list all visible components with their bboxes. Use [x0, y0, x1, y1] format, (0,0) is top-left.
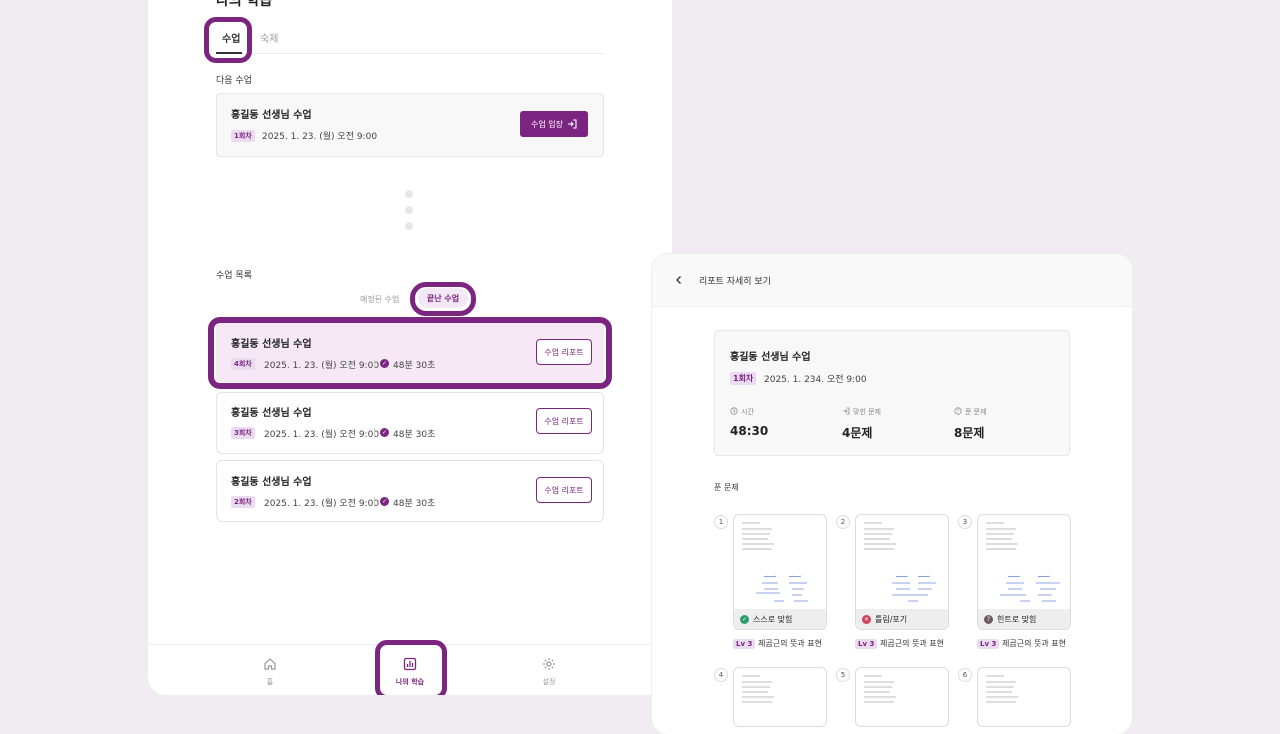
next-lesson-datetime: 2025. 1. 23. (월) 오전 9:00 — [262, 132, 378, 142]
lesson-datetime: 2025. 1. 23. (월) 오전 9:00 — [264, 430, 380, 440]
enter-lesson-button[interactable]: 수업 입장 — [520, 111, 588, 137]
round-chip: 1회차 — [730, 372, 757, 385]
problem-number: 2 — [836, 515, 850, 529]
problem-caption: 제곱근의 뜻과 표현 — [758, 639, 822, 648]
stat-solved-label: 푼 문제 — [965, 408, 987, 416]
lesson-duration: 48분 30초 — [393, 430, 436, 440]
question-icon: ? — [954, 407, 962, 415]
report-header: 리포트 자세히 보기 — [652, 254, 1132, 307]
lesson-list-label: 수업 목록 — [216, 271, 252, 281]
check-circle-icon: ✓ — [380, 428, 389, 437]
next-lesson-label: 다음 수업 — [216, 76, 252, 86]
solved-problems-label: 푼 문제 — [714, 483, 739, 492]
gear-icon — [543, 658, 555, 670]
learning-panel: 나의 학습 수업 숙제 다음 수업 홍길동 선생님 수업 1회차 2025. 1… — [148, 0, 672, 695]
problem-card-5[interactable] — [855, 667, 949, 727]
problem-card-4[interactable] — [733, 667, 827, 727]
problem-status-label: 힌트로 맞힘 — [997, 614, 1037, 624]
highlight-nav — [375, 640, 447, 695]
problem-card-6[interactable] — [977, 667, 1071, 727]
level-badge: Lv 3 — [977, 639, 1000, 649]
lesson-report-button[interactable]: 수업 리포트 — [536, 408, 592, 434]
problem-status-label: 스스로 맞힘 — [753, 614, 793, 624]
highlight-tab-lesson — [204, 17, 252, 63]
problem-number: 4 — [714, 668, 728, 682]
page-title: 나의 학습 — [216, 0, 273, 9]
enter-icon — [843, 407, 850, 415]
nav-home[interactable]: 홈 — [240, 657, 300, 687]
lesson-report-button[interactable]: 수업 리포트 — [536, 477, 592, 503]
next-lesson-title: 홍길동 선생님 수업 — [231, 110, 312, 121]
problem-thumbnail — [986, 522, 1060, 602]
problem-number: 1 — [714, 515, 728, 529]
level-badge: Lv 3 — [733, 639, 756, 649]
nav-settings[interactable]: 설정 — [519, 657, 579, 687]
problem-card-2[interactable]: ✕ 틀림/포기 — [855, 514, 949, 630]
summary-title: 홍길동 선생님 수업 — [730, 352, 811, 363]
x-circle-icon: ✕ — [862, 614, 871, 624]
round-chip: 3회차 — [231, 427, 255, 439]
check-circle-icon: ✓ — [380, 497, 389, 506]
stat-correct-label: 맞힌 문제 — [853, 408, 881, 416]
report-detail-panel: 리포트 자세히 보기 홍길동 선생님 수업 1회차 2025. 1. 234. … — [652, 254, 1132, 734]
problem-card-3[interactable]: ? 힌트로 맞힘 — [977, 514, 1071, 630]
problem-card-1[interactable]: ✓ 스스로 맞힘 — [733, 514, 827, 630]
stat-time-label: 시간 — [741, 408, 754, 416]
tab-homework[interactable]: 숙제 — [260, 30, 278, 45]
problem-caption: 제곱근의 뜻과 표현 — [880, 639, 944, 648]
lesson-title: 홍길동 선생님 수업 — [231, 408, 312, 419]
problem-thumbnail — [986, 675, 1018, 703]
tabs-divider — [216, 53, 604, 54]
highlight-subtab — [410, 282, 476, 316]
round-chip: 1회차 — [231, 130, 255, 142]
problem-thumbnail — [742, 522, 808, 602]
problem-thumbnail — [742, 675, 774, 703]
problem-thumbnail — [864, 675, 896, 703]
divider — [374, 428, 375, 438]
problem-number: 5 — [836, 668, 850, 682]
lesson-datetime: 2025. 1. 23. (월) 오전 9:00 — [264, 499, 380, 509]
problem-status: ✕ 틀림/포기 — [856, 609, 948, 629]
problem-status: ✓ 스스로 맞힘 — [734, 609, 826, 629]
nav-settings-label: 설정 — [542, 678, 556, 686]
problem-number: 6 — [958, 668, 972, 682]
report-header-title: 리포트 자세히 보기 — [699, 277, 771, 287]
enter-icon — [567, 119, 577, 129]
divider — [374, 497, 375, 507]
question-circle-icon: ? — [984, 614, 993, 624]
lesson-duration: 48분 30초 — [393, 499, 436, 509]
stat-solved-value: 8문제 — [954, 426, 985, 440]
level-badge: Lv 3 — [855, 639, 878, 649]
clock-icon — [730, 407, 738, 415]
check-circle-icon: ✓ — [740, 614, 749, 624]
stat-time-value: 48:30 — [730, 424, 769, 438]
problem-status: ? 힌트로 맞힘 — [978, 609, 1070, 629]
problem-thumbnail — [864, 522, 936, 602]
enter-lesson-label: 수업 입장 — [531, 119, 563, 129]
problem-caption: 제곱근의 뜻과 표현 — [1002, 639, 1066, 648]
home-icon — [264, 658, 276, 670]
lesson-title: 홍길동 선생님 수업 — [231, 477, 312, 488]
subtab-upcoming[interactable]: 예정된 수업 — [360, 294, 399, 305]
summary-datetime: 2025. 1. 234. 오전 9:00 — [764, 375, 867, 385]
highlight-lesson-card — [208, 317, 612, 389]
problem-status-label: 틀림/포기 — [875, 614, 908, 624]
stat-correct-value: 4문제 — [842, 426, 873, 440]
nav-home-label: 홈 — [266, 678, 274, 686]
round-chip: 2회차 — [231, 496, 255, 508]
back-icon[interactable] — [674, 275, 684, 285]
problem-number: 3 — [958, 515, 972, 529]
